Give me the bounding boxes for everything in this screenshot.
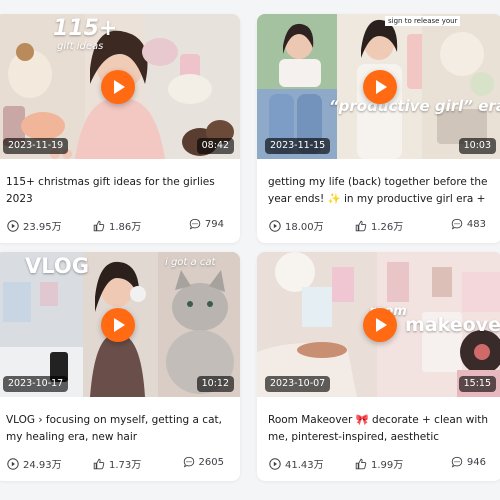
publish-date: 2023-11-15	[265, 138, 331, 154]
play-button[interactable]	[100, 69, 135, 104]
views-count: 41.43万	[285, 460, 324, 471]
video-thumbnail[interactable]: VLOG i got a cat 2023-10-17 10:12	[0, 252, 240, 397]
thumbs-up-icon	[355, 220, 367, 232]
thumbnail-overlay-text: “productive girl” era	[329, 97, 500, 115]
play-button[interactable]	[362, 307, 397, 342]
chat-bubble-icon	[451, 218, 463, 230]
video-thumbnail[interactable]: sign to release your “productive girl” e…	[257, 14, 500, 159]
video-stats: 24.93万 1.73万 2605	[0, 456, 240, 472]
comments-stat[interactable]: 946	[451, 456, 486, 468]
thumbnail-overlay-subtext: gift ideas	[57, 41, 104, 52]
video-title[interactable]: getting my life (back) together before t…	[268, 174, 492, 208]
video-duration: 08:42	[196, 138, 234, 154]
video-card[interactable]: VLOG i got a cat 2023-10-17 10:12 VLOG ›…	[0, 252, 240, 481]
video-thumbnail[interactable]: 115+ gift ideas 2023-11-19 08:42	[0, 14, 240, 159]
comments-stat[interactable]: 483	[451, 218, 486, 230]
likes-stat[interactable]: 1.86万	[93, 218, 141, 233]
thumbnail-overlay-text: 115+	[53, 16, 118, 41]
views-count: 24.93万	[23, 460, 62, 471]
thumbs-up-icon	[93, 458, 105, 470]
play-circle-icon	[7, 457, 19, 470]
play-circle-icon	[7, 219, 19, 232]
video-stats: 41.43万 1.99万 946	[257, 456, 500, 472]
views-stat: 24.93万	[7, 456, 62, 471]
chat-bubble-icon	[183, 456, 195, 468]
video-title[interactable]: Room Makeover 🎀 decorate + clean with me…	[268, 412, 492, 446]
views-stat: 18.00万	[269, 218, 324, 233]
video-card[interactable]: room makeover 2023-10-07 15:15 Room Make…	[257, 252, 500, 481]
likes-stat[interactable]: 1.73万	[93, 456, 141, 471]
comments-count: 946	[466, 456, 486, 468]
comments-stat[interactable]: 2605	[183, 456, 224, 468]
comments-stat[interactable]: 794	[189, 218, 224, 230]
video-thumbnail[interactable]: room makeover 2023-10-07 15:15	[257, 252, 500, 397]
play-button[interactable]	[100, 307, 135, 342]
likes-stat[interactable]: 1.26万	[355, 218, 403, 233]
publish-date: 2023-10-07	[265, 376, 331, 392]
chat-bubble-icon	[189, 218, 201, 230]
likes-count: 1.73万	[109, 460, 142, 471]
video-card[interactable]: sign to release your “productive girl” e…	[257, 14, 500, 243]
likes-count: 1.99万	[371, 460, 404, 471]
thumbnail-overlay-text: VLOG	[25, 254, 89, 278]
video-duration: 10:03	[458, 138, 496, 154]
video-title[interactable]: VLOG › focusing on myself, getting a cat…	[6, 412, 230, 446]
thumbnail-overlay-subtext: sign to release your	[385, 16, 461, 26]
video-stats: 23.95万 1.86万 794	[0, 218, 240, 234]
likes-stat[interactable]: 1.99万	[355, 456, 403, 471]
video-duration: 10:12	[196, 376, 234, 392]
comments-count: 2605	[198, 456, 224, 468]
likes-count: 1.86万	[109, 222, 142, 233]
views-stat: 41.43万	[269, 456, 324, 471]
video-title[interactable]: 115+ christmas gift ideas for the girlie…	[6, 174, 230, 208]
thumbnail-overlay-subtext: i got a cat	[165, 257, 216, 268]
views-count: 18.00万	[285, 222, 324, 233]
video-grid: 115+ gift ideas 2023-11-19 08:42 115+ ch…	[0, 0, 500, 500]
video-duration: 15:15	[458, 376, 496, 392]
thumbnail-overlay-subtext: makeover	[405, 314, 500, 336]
views-stat: 23.95万	[7, 218, 62, 233]
play-circle-icon	[269, 457, 281, 470]
chat-bubble-icon	[451, 456, 463, 468]
publish-date: 2023-10-17	[3, 376, 69, 392]
comments-count: 794	[204, 218, 224, 230]
thumbs-up-icon	[355, 458, 367, 470]
views-count: 23.95万	[23, 222, 62, 233]
thumbs-up-icon	[93, 220, 105, 232]
comments-count: 483	[466, 218, 486, 230]
likes-count: 1.26万	[371, 222, 404, 233]
video-card[interactable]: 115+ gift ideas 2023-11-19 08:42 115+ ch…	[0, 14, 240, 243]
play-button[interactable]	[362, 69, 397, 104]
play-circle-icon	[269, 219, 281, 232]
publish-date: 2023-11-19	[3, 138, 69, 154]
video-stats: 18.00万 1.26万 483	[257, 218, 500, 234]
